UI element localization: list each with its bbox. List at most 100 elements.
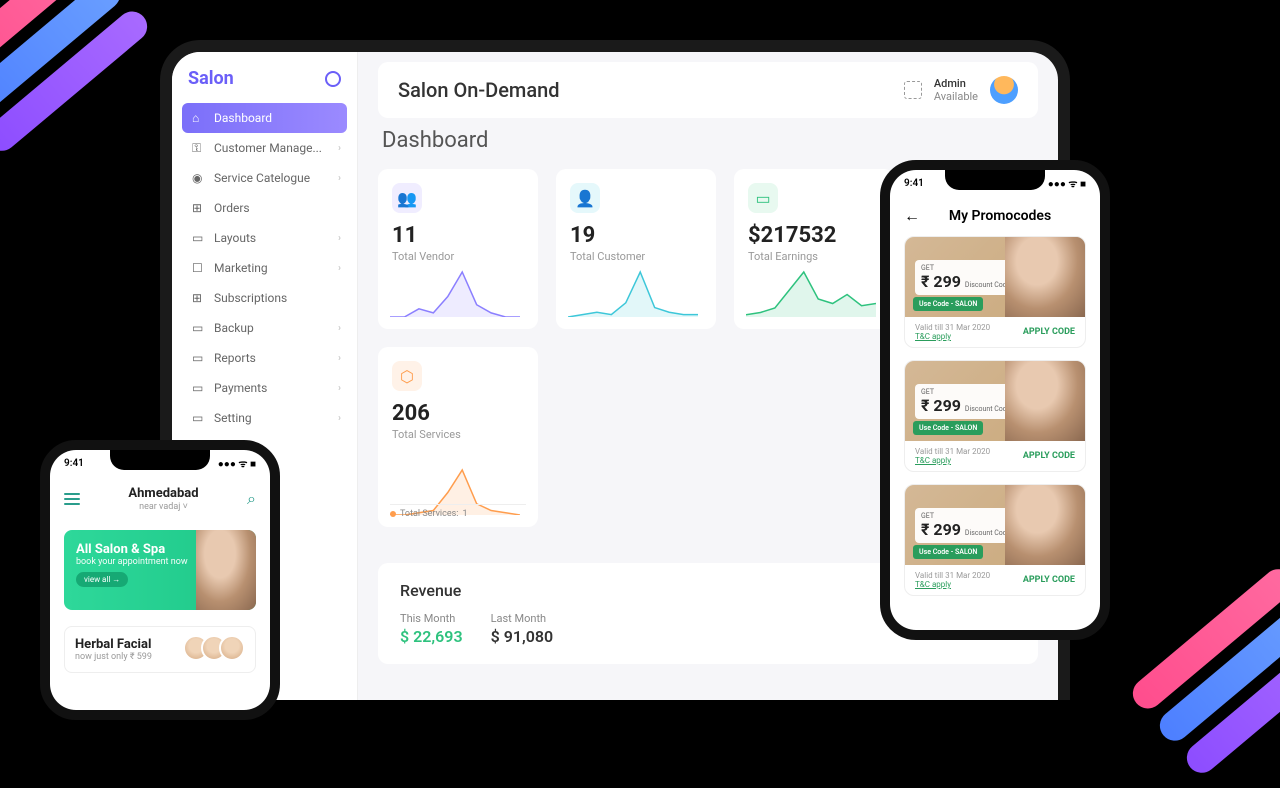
promo-get: GET — [921, 388, 1010, 396]
sidebar-item-layouts[interactable]: ▭Layouts› — [182, 223, 347, 253]
stat-icon: ⬡ — [392, 361, 422, 391]
promo-tac-link[interactable]: T&C apply — [915, 456, 951, 465]
sidebar-item-backup[interactable]: ▭ Backup › — [182, 313, 347, 343]
promo-tac-link[interactable]: T&C apply — [915, 332, 951, 341]
sidebar-item-orders[interactable]: ⊞Orders — [182, 193, 347, 223]
fullscreen-icon[interactable] — [904, 81, 922, 99]
sidebar-item-subscriptions[interactable]: ⊞Subscriptions — [182, 283, 347, 313]
location-near: near vadaj ˅ — [128, 501, 198, 512]
sidebar-item-payments[interactable]: ▭Payments› — [182, 373, 347, 403]
location-selector[interactable]: Ahmedabad near vadaj ˅ — [128, 486, 198, 512]
gear-icon[interactable] — [325, 71, 341, 87]
promo-card[interactable]: GET ₹ 299 Discount Code Use Code - SALON… — [904, 360, 1086, 472]
nav-label: Dashboard — [214, 111, 272, 125]
header-bar: Salon On-Demand Admin Available — [378, 62, 1038, 118]
salon-banner[interactable]: All Salon & Spa book your appointment no… — [64, 530, 256, 610]
city-name: Ahmedabad — [128, 486, 198, 501]
nav-label: Subscriptions — [214, 291, 287, 305]
decorative-stripes — [1119, 554, 1280, 788]
promo-discount-label: Discount Code — [965, 281, 1011, 289]
revenue-this-label: This Month — [400, 612, 463, 625]
promo-model-image — [1005, 237, 1085, 317]
revenue-last-value: $ 91,080 — [491, 627, 554, 646]
stat-card-total-vendor[interactable]: 👥 11 Total Vendor — [378, 169, 538, 329]
stat-card-total-customer[interactable]: 👤 19 Total Customer — [556, 169, 716, 329]
user-status: Available — [934, 90, 978, 103]
promo-validity: Valid till 31 Mar 2020 — [915, 323, 990, 332]
avatar[interactable] — [990, 76, 1018, 104]
nav-label: Backup — [214, 321, 254, 335]
lock-icon: ⚿ — [192, 141, 206, 155]
phone-notch — [110, 450, 210, 470]
page-title: Dashboard — [382, 128, 1034, 153]
nav-label: Payments — [214, 381, 267, 395]
user-info[interactable]: Admin Available — [934, 77, 978, 103]
brand-logo[interactable]: Salon — [182, 60, 347, 103]
chevron-right-icon: › — [338, 233, 341, 244]
chevron-right-icon: › — [338, 263, 341, 274]
sidebar-item-setting[interactable]: ▭Setting› — [182, 403, 347, 433]
chevron-right-icon: › — [338, 323, 341, 334]
promo-validity: Valid till 31 Mar 2020 — [915, 447, 990, 456]
user-name: Admin — [934, 77, 978, 90]
phone-notch — [945, 170, 1045, 190]
chevron-right-icon: › — [338, 353, 341, 364]
promo-code-badge: Use Code - SALON — [913, 297, 983, 311]
promo-validity: Valid till 31 Mar 2020 — [915, 571, 990, 580]
promo-code-badge: Use Code - SALON — [913, 421, 983, 435]
apply-code-button[interactable]: APPLY CODE — [1023, 451, 1075, 461]
view-all-button[interactable]: view all → — [76, 572, 128, 587]
chevron-right-icon: › — [338, 413, 341, 424]
stat-value: 206 — [392, 401, 524, 426]
app-title: Salon On-Demand — [398, 78, 560, 102]
promo-image: GET ₹ 299 Discount Code Use Code - SALON — [905, 361, 1085, 441]
sidebar-item-reports[interactable]: ▭ Reports › — [182, 343, 347, 373]
brand-text: Salon — [188, 68, 234, 89]
stat-label: Total Customer — [570, 250, 702, 263]
card-icon: ▭ — [192, 321, 206, 335]
sidebar-item-customer-manage-[interactable]: ⚿ Customer Manage... › — [182, 133, 347, 163]
promo-tac-link[interactable]: T&C apply — [915, 580, 951, 589]
promo-get: GET — [921, 512, 1010, 520]
promo-discount-label: Discount Code — [965, 529, 1011, 537]
promo-card[interactable]: GET ₹ 299 Discount Code Use Code - SALON… — [904, 484, 1086, 596]
stat-label: Total Vendor — [392, 250, 524, 263]
status-time: 9:41 — [64, 458, 84, 469]
nav-label: Reports — [214, 351, 256, 365]
card-icon: ▭ — [192, 351, 206, 365]
chevron-right-icon: › — [338, 383, 341, 394]
promo-model-image — [1005, 485, 1085, 565]
promo-image: GET ₹ 299 Discount Code Use Code - SALON — [905, 237, 1085, 317]
promo-card[interactable]: GET ₹ 299 Discount Code Use Code - SALON… — [904, 236, 1086, 348]
chevron-right-icon: › — [338, 143, 341, 154]
stat-icon: 👤 — [570, 183, 600, 213]
revenue-this-value: $ 22,693 — [400, 627, 463, 646]
menu-icon[interactable] — [64, 493, 80, 505]
promo-discount-label: Discount Code — [965, 405, 1011, 413]
sidebar-item-dashboard[interactable]: ⌂ Dashboard — [182, 103, 347, 133]
stat-icon: ▭ — [748, 183, 778, 213]
stat-label: Total Earnings — [748, 250, 880, 263]
stat-label: Total Services — [392, 428, 524, 441]
eye-icon: ◉ — [192, 171, 206, 185]
bag-icon: ☐ — [192, 261, 206, 275]
stat-value: 19 — [570, 223, 702, 248]
apply-code-button[interactable]: APPLY CODE — [1023, 575, 1075, 585]
sidebar-item-service-catelogue[interactable]: ◉Service Catelogue› — [182, 163, 347, 193]
stat-card-total-earnings[interactable]: ▭ $217532 Total Earnings — [734, 169, 894, 329]
service-card[interactable]: Herbal Facial now just only ₹ 599 — [64, 626, 256, 673]
stat-card-total-services[interactable]: ⬡ 206 Total Services Total Services: 1 — [378, 347, 538, 527]
phone-home: 9:41 ●●● ᯤ ■ Ahmedabad near vadaj ˅ ⌕ Al… — [40, 440, 280, 720]
home-icon: ⌂ — [192, 111, 206, 125]
promo-price: ₹ 299 — [921, 272, 961, 291]
nav-label: Service Catelogue — [214, 171, 310, 185]
status-icons: ●●● ᯤ ■ — [218, 456, 256, 470]
sidebar-item-marketing[interactable]: ☐Marketing› — [182, 253, 347, 283]
nav-label: Orders — [214, 201, 250, 215]
search-icon[interactable]: ⌕ — [247, 489, 256, 509]
sparkline-chart — [746, 267, 876, 317]
apply-code-button[interactable]: APPLY CODE — [1023, 327, 1075, 337]
card-icon: ▭ — [192, 411, 206, 425]
nav-label: Customer Manage... — [214, 141, 322, 155]
phone-title: My Promocodes — [914, 208, 1086, 224]
